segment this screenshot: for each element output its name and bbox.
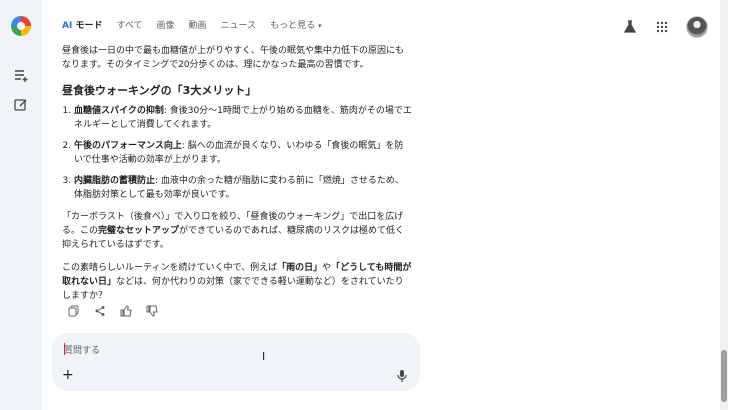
p3-mid: や [322,263,332,273]
thumbs-down-icon[interactable] [146,305,158,317]
p3-text-a: この素晴らしいルーティンを続けていく中で、例えば [62,263,278,273]
top-right-controls [622,16,708,38]
new-chat-icon[interactable] [12,98,30,116]
list-item-title: 内臓脂肪の蓄積防止 [74,176,156,186]
microphone-icon[interactable] [396,368,410,382]
tab-images[interactable]: 画像 [156,20,174,32]
list-item: 内臓脂肪の蓄積防止: 血液中の余った糖が脂肪に変わる前に「燃焼」させるため、体脂… [74,174,412,202]
benefit-list: 血糖値スパイクの抑制: 食後30分〜1時間で上がり始める血糖を、筋肉がその場でエ… [62,104,412,202]
prompt-placeholder[interactable]: 質問する [64,343,100,356]
tab-videos[interactable]: 動画 [189,20,207,32]
page-scrollbar[interactable] [720,0,728,410]
copy-icon[interactable] [68,305,80,317]
scrollbar-thumb[interactable] [721,350,727,402]
p3-bold-1: 「雨の日」 [277,263,323,273]
tab-all[interactable]: すべて [116,20,142,32]
tab-news[interactable]: ニュース [221,20,257,32]
share-icon[interactable] [94,305,106,317]
history-list-icon[interactable] [12,68,30,86]
chevron-down-icon: ▾ [317,22,322,30]
avatar[interactable] [686,16,708,38]
list-item: 午後のパフォーマンス向上: 脳への血流が良くなり、いわゆる「食後の眠気」を防いで… [74,139,412,167]
prompt-composer[interactable]: 質問する + [52,333,420,391]
tab-ai-prefix: AI [62,21,73,31]
answer-actions [68,305,158,317]
google-logo-icon[interactable] [11,16,31,36]
apps-grid-icon[interactable] [654,19,670,35]
tab-more[interactable]: もっと見る ▾ [270,20,321,32]
answer-paragraph-2: 「カーボラスト（後食べ）」で入り口を絞り、「昼食後のウォーキング」で出口を広げる… [62,210,412,252]
answer-paragraph-3: この素晴らしいルーティンを続けていく中で、例えば「雨の日」や「どうしても時間が取… [62,261,412,303]
text-cursor-icon: I [262,350,266,363]
tab-ai-mode[interactable]: AI モード [62,20,102,32]
tab-more-label: もっと見る [270,21,316,31]
tab-ai-label: モード [72,21,103,31]
top-bar: AI モード すべて 画像 動画 ニュース もっと見る ▾ [42,0,730,50]
list-item-title: 血糖値スパイクの抑制 [74,106,164,116]
labs-flask-icon[interactable] [622,19,638,35]
p2-bold: 完璧なセットアップ [98,226,180,236]
add-attachment-button[interactable]: + [62,367,74,383]
search-tabs: AI モード すべて 画像 動画 ニュース もっと見る ▾ [62,20,321,32]
left-rail [0,0,42,410]
text-caret [64,343,65,355]
thumbs-up-icon[interactable] [120,305,132,317]
answer-intro: 昼食後は一日の中で最も血糖値が上がりやすく、午後の眠気や集中力低下の原因にもなり… [62,46,405,70]
list-item-title: 午後のパフォーマンス向上 [74,141,182,151]
list-item: 血糖値スパイクの抑制: 食後30分〜1時間で上がり始める血糖を、筋肉がその場でエ… [74,104,412,132]
answer-heading: 昼食後ウォーキングの「3大メリット」 [62,84,257,97]
answer-content: 昼食後は一日の中で最も血糖値が上がりやすく、午後の眠気や集中力低下の原因にもなり… [62,44,412,312]
